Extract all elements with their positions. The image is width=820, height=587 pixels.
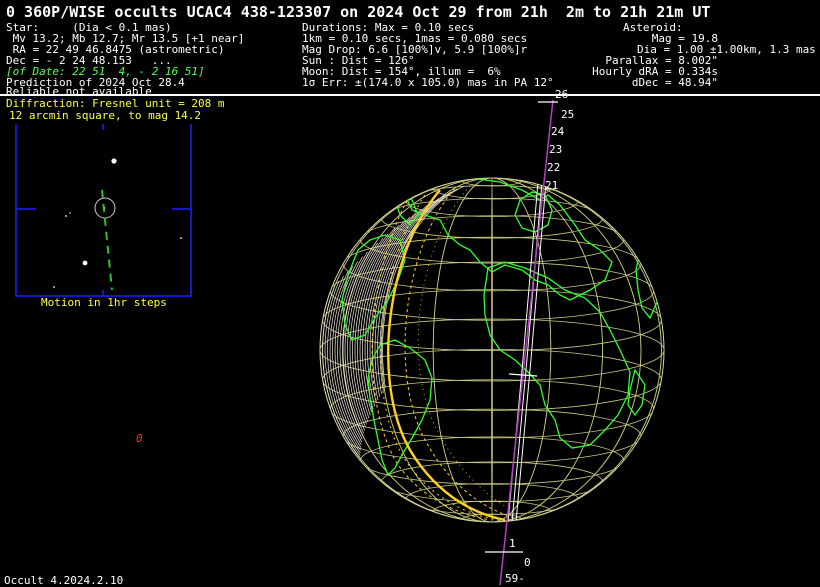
diagram-canvas: 26 25 24 23 22 21 1 0 59-	[15, 88, 665, 585]
globe	[319, 177, 665, 523]
field-star	[82, 260, 88, 266]
field-star	[69, 212, 71, 214]
axis-label: 24	[551, 125, 565, 138]
axis-label: 0	[524, 556, 531, 569]
field-star	[53, 286, 55, 288]
axis-label: 1	[509, 537, 516, 550]
axis-label: 22	[547, 161, 560, 174]
field-star	[65, 215, 67, 217]
axis-label: 59-	[505, 572, 525, 585]
field-star	[180, 237, 182, 239]
axis-label: 23	[549, 143, 562, 156]
axis-label: 21	[545, 179, 558, 192]
star-chart-stars	[53, 158, 182, 288]
field-star	[111, 158, 117, 164]
asteroid-motion-track	[101, 189, 113, 291]
axis-label: 26	[555, 88, 568, 101]
axis-label: 25	[561, 108, 574, 121]
